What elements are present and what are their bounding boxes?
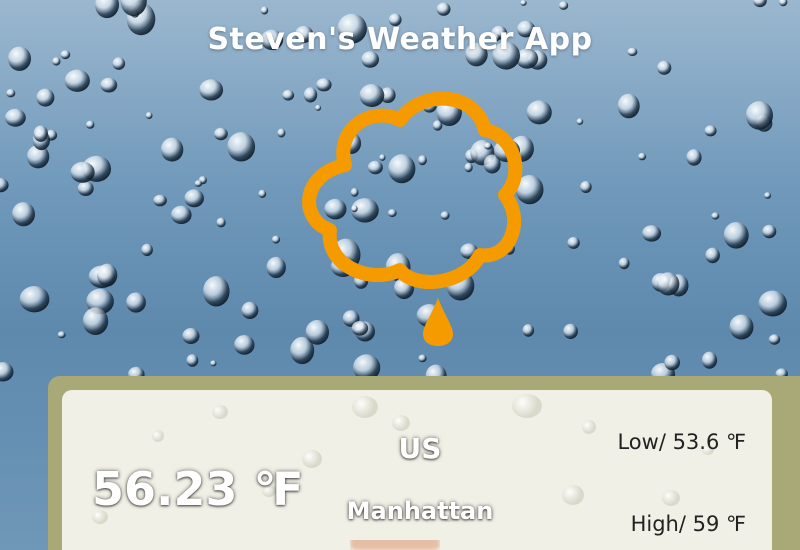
raindrop [0, 362, 14, 382]
raindrop [260, 6, 269, 15]
cut-off-label [350, 540, 440, 550]
raindrop [241, 301, 259, 319]
raindrop [112, 57, 126, 70]
raindrop [520, 0, 527, 6]
raindrop [12, 202, 35, 227]
raindrop [436, 2, 451, 16]
raindrop [277, 128, 286, 138]
raindrop [199, 79, 224, 101]
rain-drop-icon [423, 298, 453, 346]
raindrop [686, 149, 702, 166]
raindrop [52, 57, 61, 66]
raindrop [126, 292, 146, 313]
raindrop [618, 257, 630, 270]
raindrop [100, 77, 118, 93]
raindrop [33, 125, 48, 142]
raindrop [234, 335, 255, 355]
country-code: US [398, 432, 442, 465]
raindrop [82, 307, 109, 336]
raindrop [779, 0, 788, 7]
raindrop [64, 69, 90, 92]
high-temperature: High/ 59 ℉ [630, 512, 746, 536]
raindrop [617, 93, 640, 119]
raindrop [563, 323, 578, 339]
raindrop [160, 137, 184, 162]
raindrop [145, 112, 153, 119]
city-name: Manhattan [346, 497, 494, 525]
raindrop [258, 189, 267, 198]
current-temperature: 56.23 ℉ [92, 462, 304, 516]
raindrop [657, 272, 680, 296]
raindrop [753, 0, 767, 8]
rain-cloud-icon [302, 91, 523, 346]
raindrop [762, 224, 777, 239]
raindrop [266, 256, 286, 278]
raindrop [5, 108, 26, 127]
raindrop [729, 314, 754, 340]
raindrop [6, 89, 16, 98]
raindrop [418, 354, 427, 363]
raindrop [0, 177, 9, 193]
raindrop [271, 235, 281, 244]
raindrop [705, 247, 720, 264]
raindrop [141, 243, 153, 257]
raindrop [95, 0, 119, 19]
raindrop [642, 225, 662, 242]
raindrop [526, 100, 552, 125]
app-title: Steven's Weather App [207, 22, 593, 57]
raindrop [214, 127, 228, 141]
raindrop [567, 236, 580, 249]
raindrop [77, 181, 94, 197]
raindrop [638, 152, 647, 161]
low-temperature: Low/ 53.6 ℉ [617, 430, 746, 454]
raindrop [227, 132, 256, 162]
raindrop [182, 328, 200, 344]
raindrop [745, 101, 774, 130]
raindrop [36, 88, 55, 107]
raindrop [70, 161, 95, 183]
raindrop [97, 263, 118, 287]
raindrop [186, 354, 199, 367]
raindrop [576, 118, 584, 125]
raindrop [153, 194, 167, 207]
raindrop [19, 286, 50, 313]
raindrop [711, 212, 720, 220]
raindrop [723, 222, 749, 249]
raindrop [704, 125, 717, 137]
raindrop [701, 351, 718, 369]
raindrop [216, 217, 226, 228]
raindrop [580, 181, 592, 193]
raindrop [171, 205, 192, 225]
raindrop [184, 189, 204, 208]
raindrop [203, 276, 230, 307]
raindrop [664, 354, 680, 371]
raindrop [210, 360, 217, 367]
raindrop [194, 180, 203, 187]
raindrop [768, 334, 781, 345]
raindrop [657, 60, 672, 75]
raindrop [86, 120, 95, 129]
raindrop [764, 192, 771, 199]
raindrop [57, 331, 66, 339]
raindrop [758, 290, 787, 317]
raindrop [559, 1, 569, 10]
